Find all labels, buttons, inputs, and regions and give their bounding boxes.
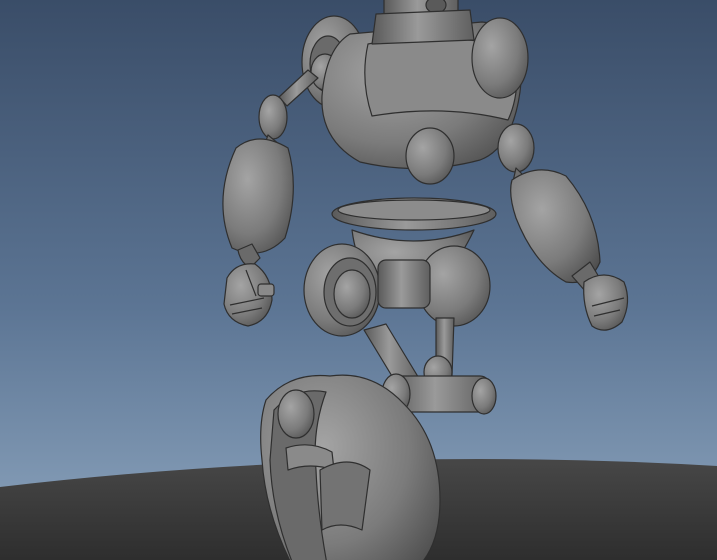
3d-viewport[interactable]: [0, 0, 717, 560]
scene-canvas[interactable]: [0, 0, 717, 560]
